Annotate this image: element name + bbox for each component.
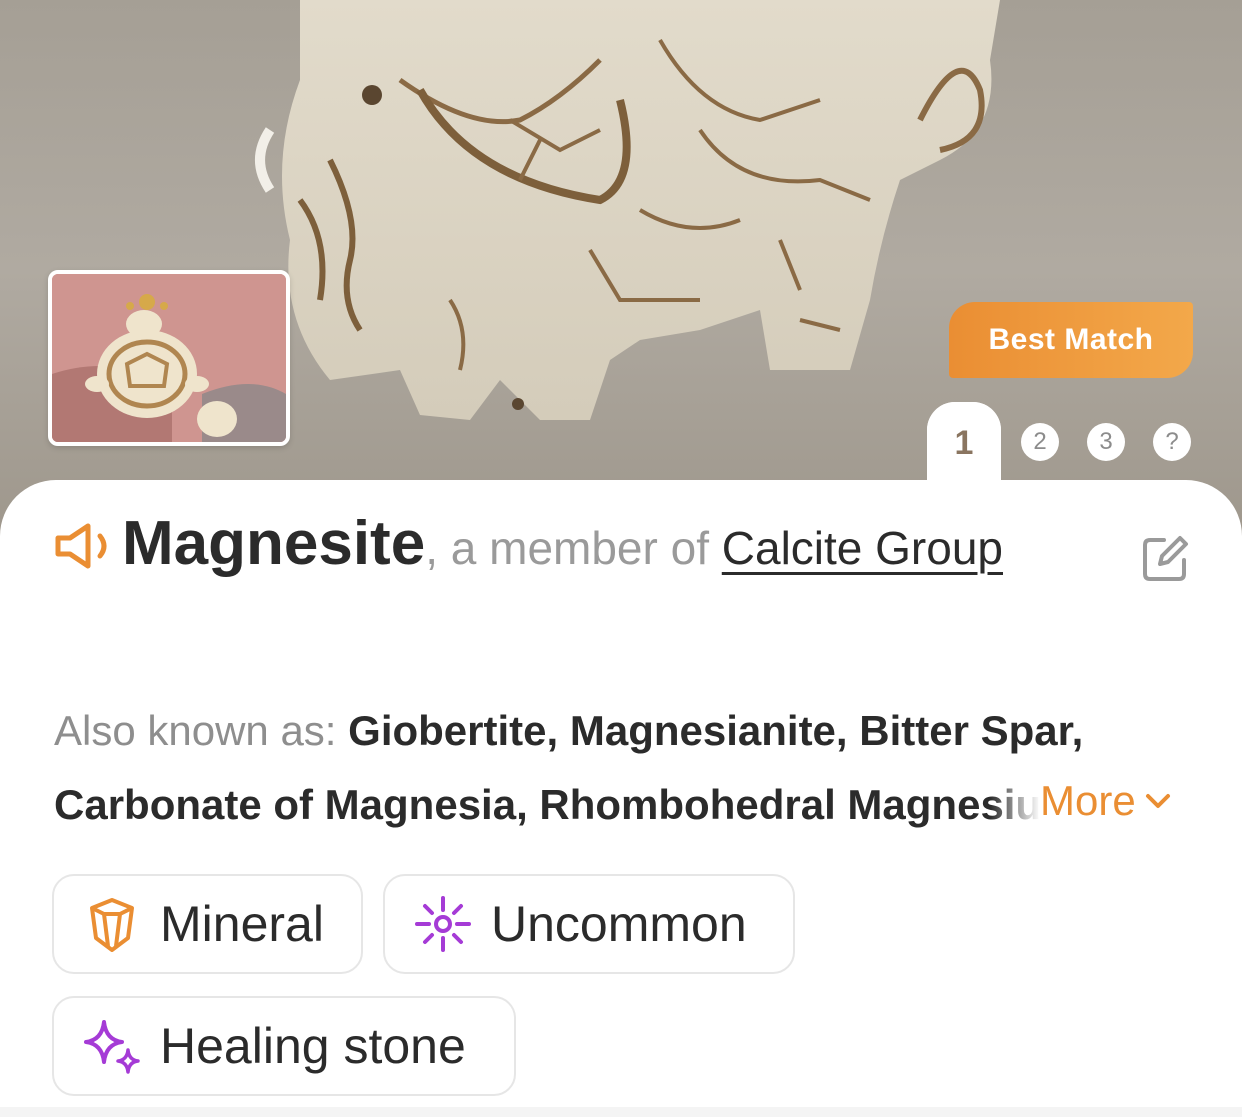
hero-photo[interactable]: Best Match 1 2 3 ? [0,0,1242,540]
aka-label: Also known as: [54,707,349,754]
member-of-text: , a member of [425,522,722,574]
bottom-divider [0,1107,1242,1117]
best-match-badge: Best Match [949,302,1193,378]
tag-label: Uncommon [491,896,747,952]
more-fade [990,766,1040,836]
result-tab-unknown[interactable]: ? [1153,423,1191,461]
speaker-icon[interactable] [54,520,122,569]
edit-icon[interactable] [1140,534,1190,584]
more-button[interactable]: More [1040,766,1200,836]
crystal-icon [82,894,142,954]
chevron-down-icon [1145,794,1170,808]
result-tab-1-overlay[interactable]: 1 [927,402,1001,502]
sparkles-icon [82,1016,142,1076]
tag-uncommon[interactable]: Uncommon [383,874,795,974]
more-label: More [1040,777,1136,824]
turtle-pendant-image [52,274,286,442]
result-tab-2[interactable]: 2 [1021,423,1059,461]
tag-label: Mineral [160,896,324,952]
user-photo-thumbnail[interactable] [48,270,290,446]
tag-mineral[interactable]: Mineral [52,874,363,974]
result-title: Magnesite, a member of Calcite Group [54,510,1124,582]
sparkle-burst-icon [413,894,473,954]
tag-label: Healing stone [160,1018,466,1074]
mineral-name: Magnesite [122,509,426,578]
group-link[interactable]: Calcite Group [722,522,1003,574]
result-tab-3[interactable]: 3 [1087,423,1125,461]
tag-healing-stone[interactable]: Healing stone [52,996,516,1096]
